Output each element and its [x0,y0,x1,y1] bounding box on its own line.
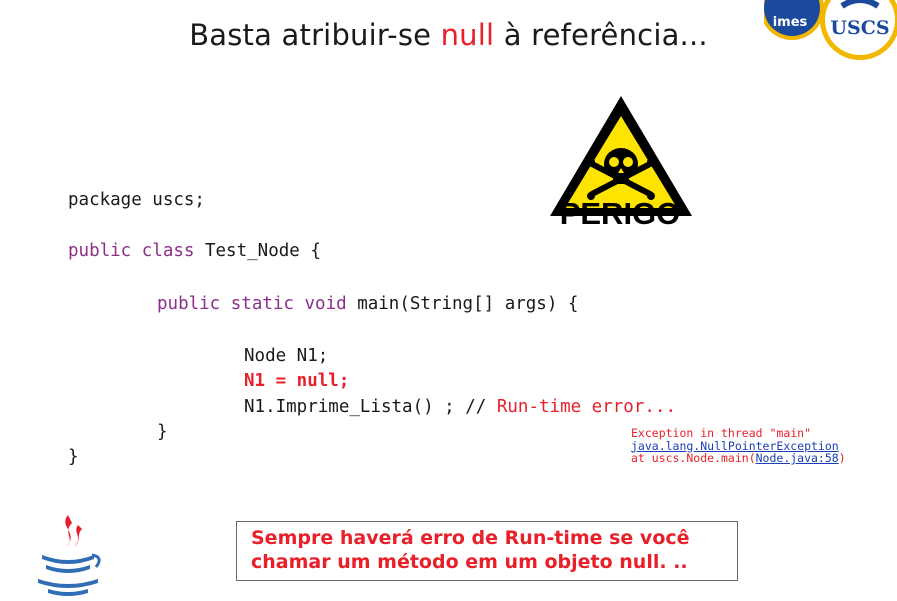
note-line: chamar um método em um objeto null. .. [251,551,688,573]
code-line-class: public class Test_Node { [68,241,321,261]
exception-output: Exception in thread "main" java.lang.Null… [631,427,846,465]
code-text: main(String[] args) { [346,294,579,314]
runtime-error-note: Sempre haverá erro de Run-time se você c… [236,521,738,581]
code-line-package: package uscs; [68,190,205,210]
code-keyword: public static void [157,294,347,314]
title-highlight-null: null [440,18,495,52]
code-keyword: public class [68,241,195,261]
code-line-method-call: N1.Imprime_Lista() ; // Run-time error..… [244,397,676,417]
code-text: N1.Imprime_Lista() ; // [244,397,487,417]
logo-uscs-text: USCS [830,17,889,39]
java-logo-icon [28,511,108,597]
code-line-declaration: Node N1; [244,346,329,366]
note-line: Sempre haverá erro de Run-time se você [251,527,690,549]
exception-source-link[interactable]: Node.java:58 [756,451,839,465]
title-text-start: Basta atribuir-se [189,18,441,52]
uscs-logo: imes USCS [764,0,897,70]
warning-label: PERIGO [559,196,681,231]
code-line-null-assignment: N1 = null; [244,371,350,391]
code-line-close-method: } [157,422,168,442]
title-text-end: à referência... [494,18,708,52]
logo-imes-text: imes [773,15,808,30]
code-comment-runtime-error: Run-time error... [486,397,676,417]
code-line-main: public static void main(String[] args) { [157,294,578,314]
code-line-close-class: } [68,447,79,467]
exception-stack-prefix: at uscs.Node.main( [631,451,756,465]
code-text: Test_Node { [194,241,321,261]
exception-stack-suffix: ) [838,451,846,465]
slide-title: Basta atribuir-se null à referência... [0,18,897,52]
